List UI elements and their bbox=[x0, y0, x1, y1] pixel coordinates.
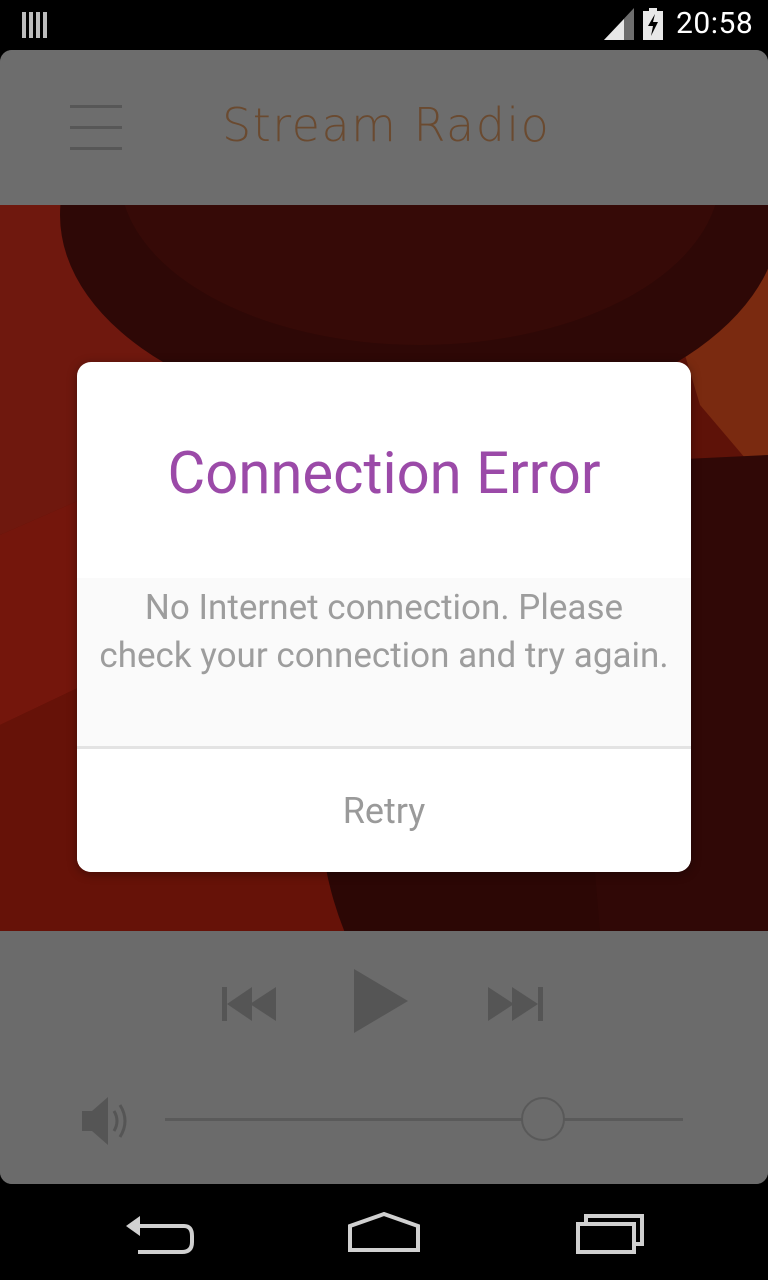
status-bar: 20:58 bbox=[0, 0, 768, 50]
recents-icon[interactable] bbox=[574, 1212, 646, 1254]
dialog-body: No Internet connection. Please check you… bbox=[77, 578, 691, 746]
retry-button[interactable]: Retry bbox=[77, 749, 691, 872]
home-icon[interactable] bbox=[346, 1212, 422, 1252]
connection-error-dialog: Connection Error No Internet connection.… bbox=[77, 362, 691, 872]
status-clock: 20:58 bbox=[676, 6, 754, 41]
dialog-message: No Internet connection. Please check you… bbox=[99, 587, 669, 676]
signal-icon bbox=[604, 8, 634, 40]
back-icon[interactable] bbox=[124, 1212, 196, 1256]
navigation-bar bbox=[0, 1184, 768, 1280]
notification-bars-icon bbox=[22, 12, 47, 38]
battery-charging-icon bbox=[643, 8, 663, 40]
dialog-title: Connection Error bbox=[167, 440, 601, 508]
